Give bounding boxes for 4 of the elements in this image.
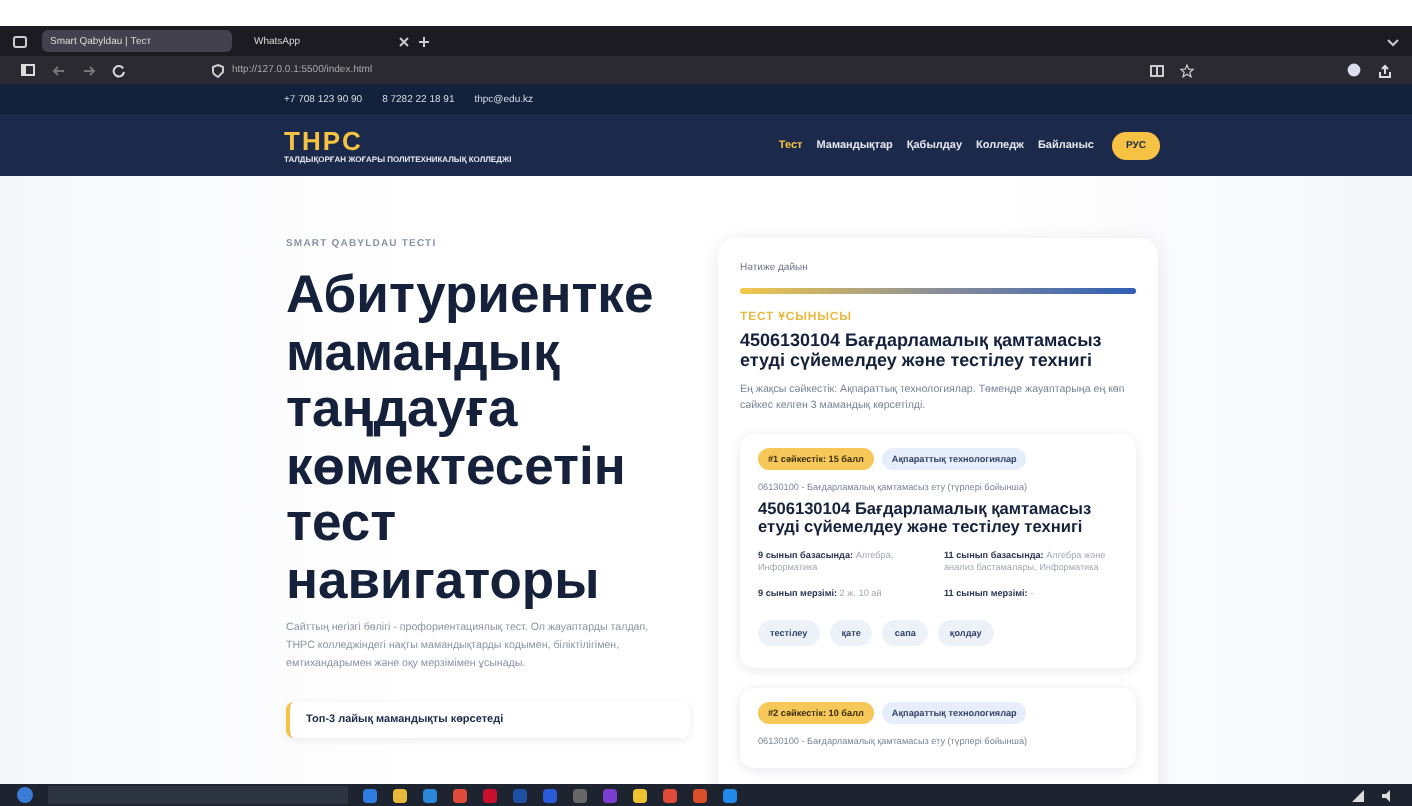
result-title: 4506130104 Бағдарламалық қамтамасыз етуді сүйемелдеу және тестілеу технигі <box>740 329 1104 371</box>
logo[interactable]: THPC <box>284 127 564 153</box>
hero-title: Абитуриентке мамандық таңдауға көмектесетін тест навигаторы <box>286 266 656 608</box>
qualification-title: 4506130104 Бағдарламалық қамтамасыз етуді сүйемелдеу және тестілеу технигі <box>758 499 1094 537</box>
